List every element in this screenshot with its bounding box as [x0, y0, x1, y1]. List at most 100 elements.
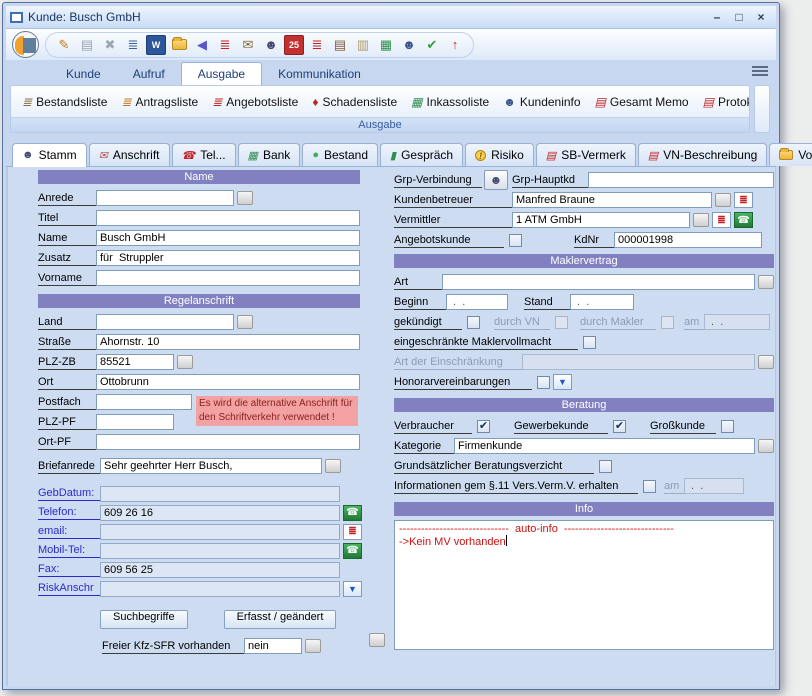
sort-icon[interactable]: ↑ [445, 35, 465, 55]
tab-anschrift[interactable]: ✉Anschrift [89, 143, 170, 166]
titel-field[interactable] [96, 210, 360, 226]
vermittler-phone-button[interactable]: ☎ [734, 212, 753, 228]
close-button[interactable]: × [754, 10, 768, 24]
vermittler-list-button[interactable]: ≣ [712, 212, 731, 228]
word-icon[interactable]: W [146, 35, 166, 55]
strasse-field[interactable]: Ahornstr. 10 [96, 334, 360, 350]
telefon-field[interactable]: 609 26 16 [100, 505, 340, 521]
postfach-field[interactable] [96, 394, 192, 410]
discard-icon[interactable]: ✖ [100, 35, 120, 55]
minimize-button[interactable]: – [710, 10, 724, 24]
schadensliste-button[interactable]: ♦Schadensliste [305, 92, 404, 112]
tab-ausgabe[interactable]: Ausgabe [181, 62, 262, 85]
contacts-icon[interactable]: ☻ [399, 35, 419, 55]
plz-lookup-button[interactable] [177, 355, 193, 369]
angebotsliste-button[interactable]: ≣Angebotsliste [205, 92, 305, 112]
angebotskunde-checkbox[interactable] [509, 234, 522, 247]
antragsliste-button[interactable]: ≣Antragsliste [114, 92, 205, 112]
einschraenkung-lookup-button[interactable] [758, 355, 774, 369]
kategorie-lookup-button[interactable] [758, 439, 774, 453]
document-icon[interactable]: ▤ [330, 35, 350, 55]
anrede-lookup-button[interactable] [237, 191, 253, 205]
telefon-label[interactable]: Telefon: [38, 505, 100, 520]
kfz-sfr-lookup-button[interactable] [305, 639, 321, 653]
email-field[interactable] [100, 524, 340, 540]
edit-pen-icon[interactable]: ✎ [54, 35, 74, 55]
email-label[interactable]: email: [38, 524, 100, 539]
gebdatum-label[interactable]: GebDatum: [38, 486, 100, 501]
name-field[interactable]: Busch GmbH [96, 230, 360, 246]
vermittler-lookup-button[interactable] [693, 213, 709, 227]
riskanschr-field[interactable] [100, 581, 340, 597]
kundeninfo-button[interactable]: ☻Kundeninfo [496, 92, 587, 112]
tab-kunde[interactable]: Kunde [50, 63, 117, 85]
vermittler-field[interactable]: 1 ATM GmbH [512, 212, 690, 228]
briefanrede-field[interactable]: Sehr geehrter Herr Busch, [100, 458, 322, 474]
suchbegriffe-button[interactable]: Suchbegriffe [100, 610, 188, 629]
land-field[interactable] [96, 314, 234, 330]
inkassoliste-button[interactable]: ▦Inkassoliste [404, 92, 496, 112]
tab-aufruf[interactable]: Aufruf [117, 63, 181, 85]
protokoll-button[interactable]: ▤Protokoll [696, 92, 750, 112]
art-lookup-button[interactable] [758, 275, 774, 289]
honorar-dropdown-button[interactable]: ▼ [553, 374, 572, 390]
ort-pf-field[interactable] [96, 434, 360, 450]
tasklist-icon[interactable]: ≣ [215, 35, 235, 55]
gewerbekunde-checkbox[interactable]: ✔ [613, 420, 626, 433]
mail-icon[interactable]: ✉ [238, 35, 258, 55]
panel-resize-button[interactable] [369, 633, 385, 647]
plz-zb-field[interactable]: 85521 [96, 354, 174, 370]
dial-mobile-button[interactable]: ☎ [343, 543, 362, 559]
tab-sb-vermerk[interactable]: ▤SB-Vermerk [536, 143, 636, 166]
plz-pf-field[interactable] [96, 414, 174, 430]
tab-risiko[interactable]: !Risiko [465, 143, 534, 166]
kundenbetreuer-list-button[interactable]: ≣ [734, 192, 753, 208]
land-lookup-button[interactable] [237, 315, 253, 329]
gebdatum-field[interactable] [100, 486, 340, 502]
tab-telefon[interactable]: ☎Tel... [172, 143, 236, 166]
calendar-icon[interactable]: 25 [284, 35, 304, 55]
bestandsliste-button[interactable]: ≣Bestandsliste [15, 92, 114, 112]
maklervollmacht-checkbox[interactable] [583, 336, 596, 349]
archive-icon[interactable]: ▥ [353, 35, 373, 55]
ort-field[interactable]: Ottobrunn [96, 374, 360, 390]
kundenbetreuer-field[interactable]: Manfred Braune [512, 192, 712, 208]
anrede-field[interactable] [96, 190, 234, 206]
kfz-sfr-field[interactable]: nein [244, 638, 302, 654]
riskanschr-label[interactable]: RiskAnschr [38, 581, 100, 596]
gesamt-memo-button[interactable]: ▤Gesamt Memo [588, 92, 696, 112]
mobil-label[interactable]: Mobil-Tel: [38, 543, 100, 558]
grosskunde-checkbox[interactable] [721, 420, 734, 433]
hierarchy-icon[interactable]: ≣ [123, 35, 143, 55]
save-icon[interactable]: ▤ [77, 35, 97, 55]
tab-gespraech[interactable]: ▮Gespräch [380, 143, 463, 166]
info-textarea[interactable]: ------------------------------ auto-info… [394, 520, 774, 650]
stand-field[interactable]: . . [570, 294, 634, 310]
menu-icon[interactable] [752, 64, 768, 78]
kategorie-field[interactable]: Firmenkunde [454, 438, 755, 454]
tab-vn-beschreibung[interactable]: ▤VN-Beschreibung [638, 143, 767, 166]
table-icon[interactable]: ▦ [376, 35, 396, 55]
honorar-checkbox[interactable] [537, 376, 550, 389]
beginn-field[interactable]: . . [446, 294, 508, 310]
art-field[interactable] [442, 274, 755, 290]
schedule-icon[interactable]: ≣ [307, 35, 327, 55]
folder-icon[interactable] [169, 35, 189, 55]
mobil-field[interactable] [100, 543, 340, 559]
doc-ok-icon[interactable]: ✔ [422, 35, 442, 55]
email-list-button[interactable]: ≣ [343, 524, 362, 540]
tab-kommunikation[interactable]: Kommunikation [262, 63, 377, 85]
zusatz-field[interactable]: für Struppler [96, 250, 360, 266]
fax-label[interactable]: Fax: [38, 562, 100, 577]
person-stats-icon[interactable]: ☻ [261, 35, 281, 55]
verbraucher-checkbox[interactable]: ✔ [477, 420, 490, 433]
briefanrede-lookup-button[interactable] [325, 459, 341, 473]
informationen-checkbox[interactable] [643, 480, 656, 493]
dial-phone-button[interactable]: ☎ [343, 505, 362, 521]
kundenbetreuer-lookup-button[interactable] [715, 193, 731, 207]
fax-field[interactable]: 609 56 25 [100, 562, 340, 578]
gekuendigt-checkbox[interactable] [467, 316, 480, 329]
maximize-button[interactable]: □ [732, 10, 746, 24]
riskanschr-dropdown-button[interactable]: ▼ [343, 581, 362, 597]
grp-hauptkd-field[interactable] [588, 172, 774, 188]
